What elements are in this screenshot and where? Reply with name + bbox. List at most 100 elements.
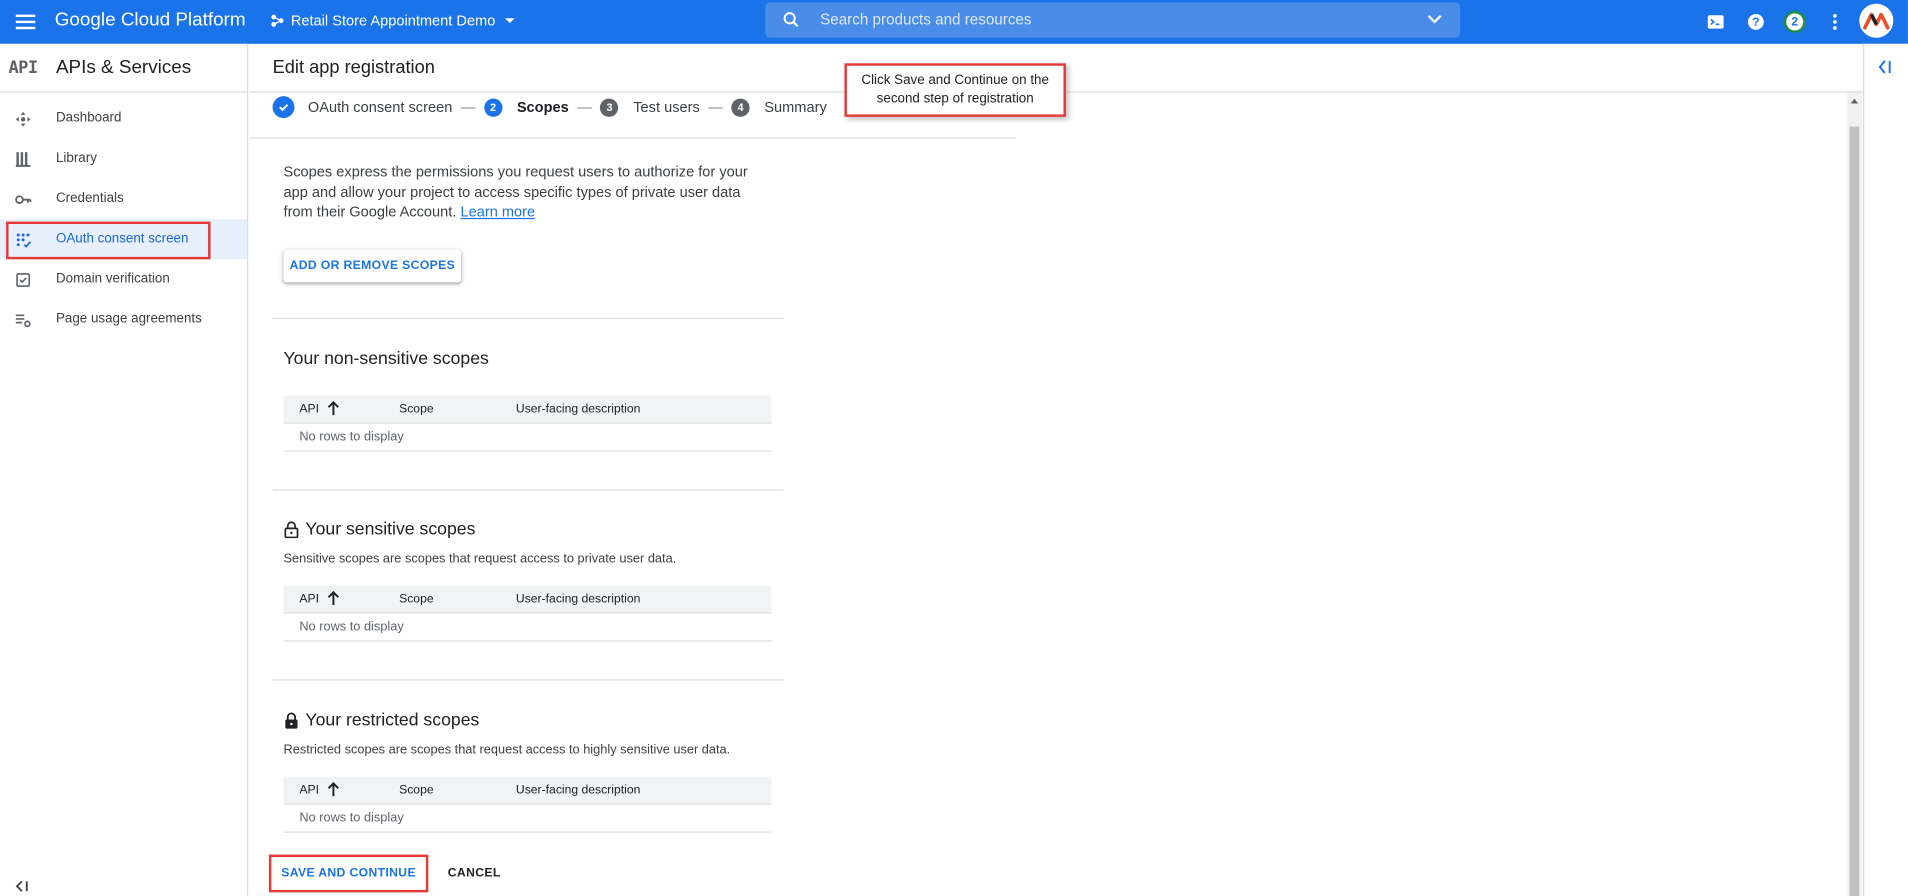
scrollbar-thumb[interactable]: [1849, 126, 1860, 896]
vertical-scrollbar[interactable]: [1847, 92, 1862, 896]
hamburger-menu-icon[interactable]: [12, 9, 39, 36]
project-name: Retail Store Appointment Demo: [290, 12, 496, 30]
step-summary[interactable]: Summary: [764, 99, 826, 116]
account-avatar[interactable]: [1859, 3, 1894, 38]
restricted-scopes-table: API Scope User-facing description No row…: [283, 776, 772, 833]
settings-list-icon: [15, 312, 32, 329]
search-icon: [783, 12, 799, 27]
sidebar-item-domain-verification[interactable]: Domain verification: [0, 259, 247, 299]
empty-table-text: No rows to display: [299, 810, 404, 826]
column-api[interactable]: API: [299, 403, 319, 416]
right-rail: [1862, 43, 1908, 896]
column-scope: Scope: [399, 592, 434, 607]
table-header: API Scope User-facing description: [283, 776, 772, 805]
lock-open-icon: [284, 521, 299, 539]
column-scope: Scope: [399, 784, 434, 798]
sidebar-item-credentials[interactable]: Credentials: [0, 179, 247, 219]
sidebar-item-label: Credentials: [55, 191, 124, 206]
scopes-intro: Scopes express the permissions you reque…: [284, 162, 771, 222]
sidebar-item-page-usage-agreements[interactable]: Page usage agreements: [0, 299, 247, 339]
consent-icon: [15, 231, 32, 248]
cancel-button[interactable]: CANCEL: [448, 867, 501, 880]
column-api[interactable]: API: [299, 593, 319, 606]
instruction-callout: Click Save and Continue on the second st…: [844, 63, 1066, 117]
column-scope: Scope: [399, 402, 434, 417]
empty-table-text: No rows to display: [299, 619, 404, 635]
left-navigation: API APIs & Services Dashboard Library Cr…: [0, 43, 249, 896]
save-and-continue-button[interactable]: SAVE AND CONTINUE: [268, 854, 429, 893]
sort-arrow-up-icon[interactable]: [327, 590, 339, 606]
step-separator: —: [708, 98, 723, 116]
help-icon[interactable]: ?: [1744, 10, 1768, 34]
stepper-divider: [249, 137, 1017, 139]
project-nodes-icon: [271, 14, 284, 27]
column-api[interactable]: API: [299, 784, 319, 797]
project-selector[interactable]: Retail Store Appointment Demo: [270, 12, 518, 29]
section-title-text: Your restricted scopes: [305, 710, 480, 731]
notifications-badge[interactable]: 2: [1783, 10, 1807, 34]
column-user-facing-description: User-facing description: [515, 592, 641, 607]
sidebar-item-label: Domain verification: [55, 271, 170, 287]
sidebar-item-oauth-consent-screen[interactable]: OAuth consent screen: [0, 219, 248, 260]
step-number-3: 3: [600, 98, 619, 117]
callout-line-2: second step of registration: [876, 91, 1034, 106]
section-title-text: Your non-sensitive scopes: [283, 349, 489, 369]
chevron-down-icon: [505, 18, 515, 24]
sidebar-item-label: Page usage agreements: [55, 311, 202, 327]
table-header: API Scope User-facing description: [283, 585, 772, 614]
table-empty-row: No rows to display: [283, 805, 772, 833]
step-completed-check-icon: [272, 96, 295, 119]
collapse-sidebar-icon[interactable]: [15, 879, 30, 896]
add-remove-scopes-button[interactable]: ADD OR REMOVE SCOPES: [283, 249, 462, 283]
sidebar-title: APIs & Services: [55, 57, 192, 78]
step-separator: —: [577, 98, 592, 116]
step-number-2: 2: [483, 98, 503, 117]
table-empty-row: No rows to display: [283, 614, 772, 642]
step-test-users[interactable]: Test users: [633, 99, 700, 116]
sidebar-item-label: OAuth consent screen: [55, 231, 189, 246]
page-title: Edit app registration: [272, 57, 435, 78]
dashboard-icon: [15, 111, 32, 128]
step-separator: —: [460, 98, 476, 116]
section-description: Restricted scopes are scopes that reques…: [283, 742, 731, 758]
section-divider: [272, 679, 784, 681]
search-bar[interactable]: Search products and resources: [765, 2, 1461, 38]
notification-count: 2: [1783, 10, 1806, 33]
search-input[interactable]: Search products and resources: [820, 11, 1031, 28]
empty-table-text: No rows to display: [299, 429, 404, 445]
key-icon: [15, 191, 32, 208]
scroll-up-arrow-icon[interactable]: [1850, 98, 1859, 104]
svg-text:?: ?: [1752, 15, 1759, 29]
checkbox-icon: [15, 271, 32, 288]
restricted-scopes-title: Your restricted scopes: [284, 710, 480, 731]
cloud-shell-icon[interactable]: [1704, 10, 1728, 34]
step-number-4: 4: [731, 98, 750, 117]
api-logo: API: [8, 58, 39, 78]
brand-title[interactable]: Google Cloud Platform: [55, 10, 246, 32]
section-description: Sensitive scopes are scopes that request…: [283, 551, 677, 567]
section-title-text: Your sensitive scopes: [305, 519, 476, 540]
sidebar-item-dashboard[interactable]: Dashboard: [0, 99, 247, 139]
section-divider: [272, 489, 784, 491]
more-vert-icon[interactable]: [1823, 10, 1847, 34]
lock-icon: [285, 712, 298, 729]
account-logo-icon: [1862, 12, 1890, 31]
table-header: API Scope User-facing description: [283, 395, 772, 424]
column-user-facing-description: User-facing description: [515, 402, 641, 417]
top-app-bar: Google Cloud Platform Retail Store Appoi…: [0, 0, 1908, 44]
non-sensitive-scopes-table: API Scope User-facing description No row…: [283, 395, 772, 452]
column-user-facing-description: User-facing description: [515, 784, 641, 798]
expand-panel-icon[interactable]: [1878, 58, 1893, 81]
sort-arrow-up-icon[interactable]: [327, 400, 339, 417]
library-icon: [15, 151, 32, 168]
registration-stepper: OAuth consent screen — 2 Scopes — 3 Test…: [272, 95, 827, 119]
sidebar-item-library[interactable]: Library: [0, 139, 247, 179]
search-expand-chevron-icon[interactable]: [1426, 12, 1443, 27]
sidebar-item-label: Dashboard: [55, 110, 122, 126]
learn-more-link[interactable]: Learn more: [460, 203, 535, 220]
sort-arrow-up-icon[interactable]: [327, 782, 339, 798]
step-oauth-consent-screen[interactable]: OAuth consent screen: [308, 99, 452, 116]
table-empty-row: No rows to display: [283, 424, 772, 452]
step-scopes[interactable]: Scopes: [517, 99, 569, 116]
section-divider: [272, 317, 784, 319]
